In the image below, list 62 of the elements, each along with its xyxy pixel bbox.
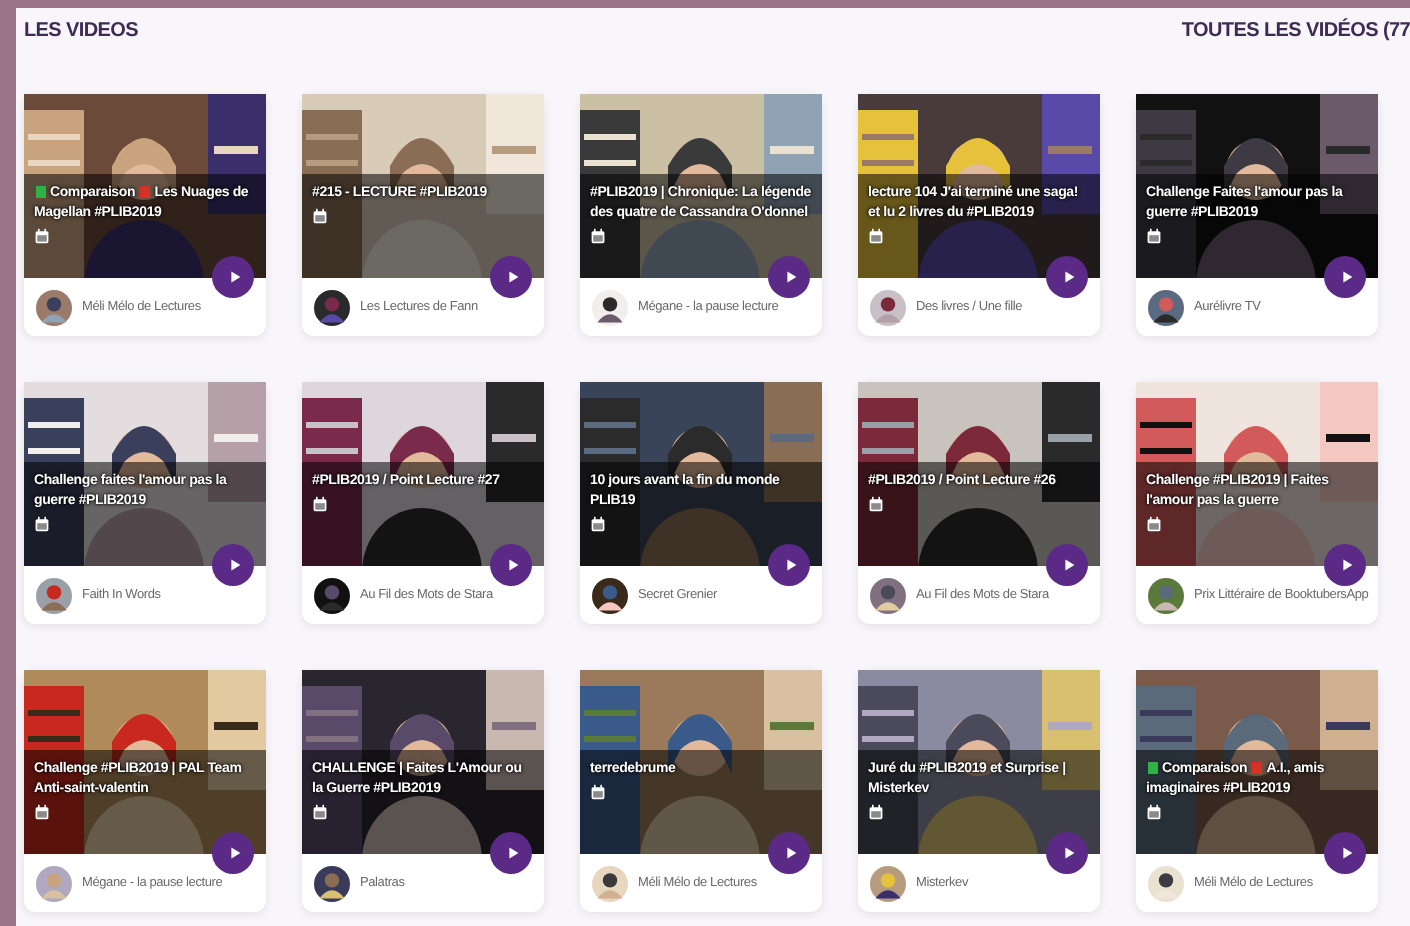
calendar-icon: [312, 208, 328, 224]
calendar-icon: [1146, 804, 1162, 820]
avatar-icon: [1148, 289, 1184, 325]
avatar-icon: [36, 577, 72, 613]
play-button[interactable]: [1046, 544, 1088, 586]
avatar-icon: [314, 577, 350, 613]
play-icon: [781, 268, 799, 286]
calendar-icon: [34, 228, 50, 244]
play-icon: [1059, 268, 1077, 286]
play-icon: [1337, 556, 1355, 574]
play-button[interactable]: [1324, 832, 1366, 874]
calendar-icon: [1146, 228, 1162, 244]
play-icon: [503, 556, 521, 574]
play-icon: [1059, 556, 1077, 574]
play-icon: [503, 268, 521, 286]
calendar-icon: [590, 784, 606, 800]
avatar-icon: [592, 577, 628, 613]
play-icon: [1059, 844, 1077, 862]
avatar-icon: [870, 289, 906, 325]
play-button[interactable]: [212, 544, 254, 586]
calendar-icon: [868, 496, 884, 512]
play-button[interactable]: [212, 256, 254, 298]
avatar-icon: [314, 865, 350, 901]
play-button[interactable]: [1046, 832, 1088, 874]
calendar-icon: [312, 496, 328, 512]
play-button[interactable]: [490, 544, 532, 586]
play-button[interactable]: [212, 832, 254, 874]
section-title: LES VIDEOS: [24, 20, 139, 42]
play-icon: [1337, 268, 1355, 286]
avatar-icon: [870, 577, 906, 613]
calendar-icon: [868, 804, 884, 820]
avatar-icon: [36, 289, 72, 325]
calendar-icon: [590, 228, 606, 244]
avatar-icon: [870, 865, 906, 901]
play-icon: [225, 268, 243, 286]
calendar-icon: [34, 516, 50, 532]
avatar-icon: [36, 865, 72, 901]
play-button[interactable]: [768, 544, 810, 586]
play-button[interactable]: [1324, 256, 1366, 298]
calendar-icon: [1146, 516, 1162, 532]
all-videos-link[interactable]: TOUTES LES VIDÉOS (77: [1181, 20, 1410, 42]
calendar-icon: [590, 516, 606, 532]
play-button[interactable]: [490, 832, 532, 874]
play-icon: [781, 844, 799, 862]
play-icon: [1337, 844, 1355, 862]
calendar-icon: [34, 804, 50, 820]
play-button[interactable]: [768, 256, 810, 298]
play-button[interactable]: [490, 256, 532, 298]
play-icon: [225, 556, 243, 574]
play-icon: [225, 844, 243, 862]
avatar-icon: [1148, 865, 1184, 901]
avatar-icon: [592, 289, 628, 325]
avatar-icon: [592, 865, 628, 901]
calendar-icon: [312, 804, 328, 820]
avatar-icon: [314, 289, 350, 325]
play-icon: [503, 844, 521, 862]
play-button[interactable]: [768, 832, 810, 874]
calendar-icon: [868, 228, 884, 244]
play-icon: [781, 556, 799, 574]
play-button[interactable]: [1046, 256, 1088, 298]
avatar-icon: [1148, 577, 1184, 613]
play-button[interactable]: [1324, 544, 1366, 586]
